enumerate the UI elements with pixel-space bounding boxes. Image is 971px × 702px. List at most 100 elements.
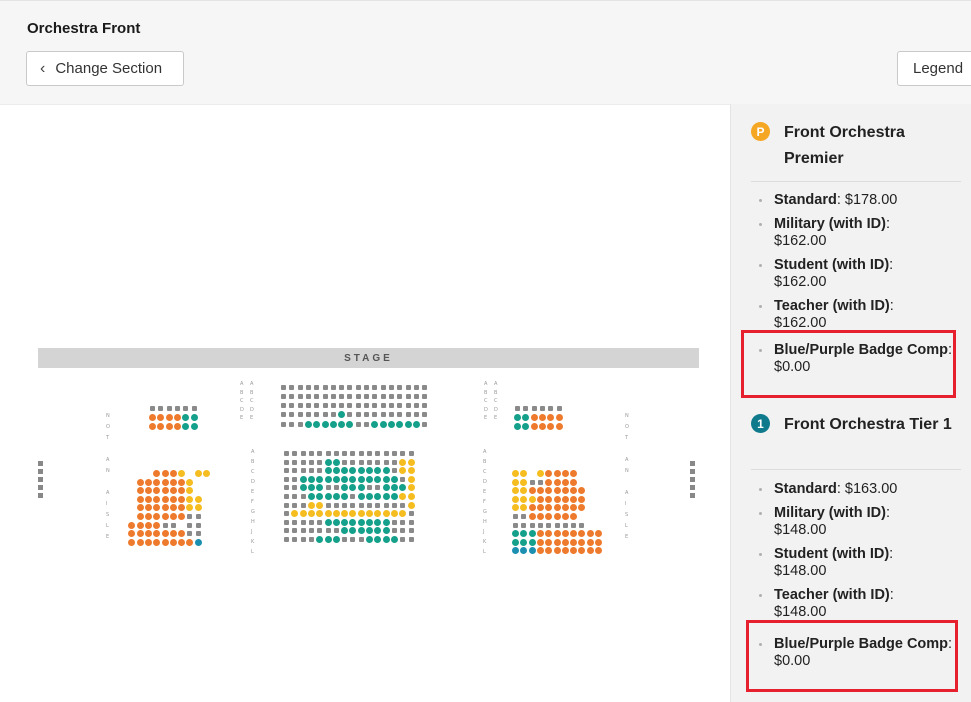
seat-map[interactable]: STAGE AAAABBBBCCCCDDDDEEEEAABBCCDDEEFFGG… (0, 104, 730, 702)
seat[interactable] (341, 475, 349, 483)
seat[interactable] (332, 536, 340, 543)
seat[interactable] (561, 470, 569, 477)
seat[interactable] (349, 510, 357, 518)
seat[interactable] (512, 538, 519, 546)
seat[interactable] (190, 414, 198, 421)
seat[interactable] (186, 504, 194, 512)
seat[interactable] (545, 530, 553, 538)
seat[interactable] (153, 495, 161, 503)
seat[interactable] (528, 513, 536, 520)
seat[interactable] (291, 510, 299, 518)
seat[interactable] (349, 467, 357, 475)
seat[interactable] (149, 423, 156, 430)
seat[interactable] (178, 495, 186, 503)
seat[interactable] (514, 414, 521, 421)
seat[interactable] (382, 518, 390, 526)
seat[interactable] (399, 510, 407, 518)
seat[interactable] (578, 538, 586, 546)
seat[interactable] (153, 521, 161, 529)
seat[interactable] (190, 423, 198, 430)
seat[interactable] (595, 538, 602, 546)
seat[interactable] (136, 504, 144, 512)
seat[interactable] (570, 547, 578, 555)
seat[interactable] (203, 470, 210, 477)
seat[interactable] (169, 530, 177, 538)
seat[interactable] (169, 538, 177, 546)
seat[interactable] (173, 414, 181, 421)
seat[interactable] (545, 470, 553, 477)
seat[interactable] (399, 484, 407, 492)
seat[interactable] (578, 504, 586, 512)
seat[interactable] (153, 487, 161, 495)
seat[interactable] (396, 421, 404, 428)
seat[interactable] (357, 484, 365, 492)
seat[interactable] (144, 495, 152, 503)
seat[interactable] (538, 414, 546, 421)
seat[interactable] (332, 510, 340, 518)
seat[interactable] (338, 421, 346, 428)
seat[interactable] (366, 475, 373, 483)
seat[interactable] (349, 484, 357, 492)
seat[interactable] (349, 475, 357, 483)
seat[interactable] (182, 423, 190, 430)
seat[interactable] (570, 478, 578, 486)
seat[interactable] (382, 536, 390, 543)
seat[interactable] (520, 547, 528, 555)
seat[interactable] (399, 458, 407, 466)
seat[interactable] (538, 423, 546, 430)
seat[interactable] (595, 547, 602, 555)
seat[interactable] (161, 513, 169, 520)
seat[interactable] (321, 421, 329, 428)
seat[interactable] (536, 495, 544, 503)
seat[interactable] (324, 493, 332, 500)
seat[interactable] (536, 487, 544, 495)
seat[interactable] (547, 423, 555, 430)
seat[interactable] (144, 521, 152, 529)
seat[interactable] (520, 478, 528, 486)
seat[interactable] (161, 530, 169, 538)
seat[interactable] (390, 475, 398, 483)
seat[interactable] (178, 487, 186, 495)
seat[interactable] (553, 538, 561, 546)
seat[interactable] (153, 470, 161, 477)
seat[interactable] (561, 530, 569, 538)
seat[interactable] (357, 493, 365, 500)
seat[interactable] (547, 414, 555, 421)
seat[interactable] (178, 530, 186, 538)
seat[interactable] (169, 478, 177, 486)
seat[interactable] (299, 484, 307, 492)
seat[interactable] (412, 421, 420, 428)
seat[interactable] (136, 530, 144, 538)
seat[interactable] (186, 478, 194, 486)
seat[interactable] (555, 414, 563, 421)
seat[interactable] (382, 493, 390, 500)
seat[interactable] (407, 467, 415, 475)
seat[interactable] (341, 493, 349, 500)
seat[interactable] (545, 538, 553, 546)
seat[interactable] (307, 501, 315, 509)
seat[interactable] (553, 495, 561, 503)
seat[interactable] (304, 421, 312, 428)
seat[interactable] (407, 458, 415, 466)
seat[interactable] (561, 504, 569, 512)
seat[interactable] (178, 478, 186, 486)
seat[interactable] (161, 478, 169, 486)
seat[interactable] (136, 521, 144, 529)
seat[interactable] (561, 478, 569, 486)
seat[interactable] (407, 484, 415, 492)
seat[interactable] (144, 513, 152, 520)
seat[interactable] (153, 478, 161, 486)
seat[interactable] (536, 513, 544, 520)
seat[interactable] (324, 467, 332, 475)
seat[interactable] (316, 536, 324, 543)
seat[interactable] (578, 530, 586, 538)
seat[interactable] (128, 521, 136, 529)
seat[interactable] (307, 484, 315, 492)
seat[interactable] (520, 530, 528, 538)
seat[interactable] (528, 530, 536, 538)
seat[interactable] (379, 421, 387, 428)
seat[interactable] (144, 530, 152, 538)
seat[interactable] (153, 504, 161, 512)
change-section-button[interactable]: ‹ Change Section (26, 51, 184, 86)
seat[interactable] (536, 547, 544, 555)
